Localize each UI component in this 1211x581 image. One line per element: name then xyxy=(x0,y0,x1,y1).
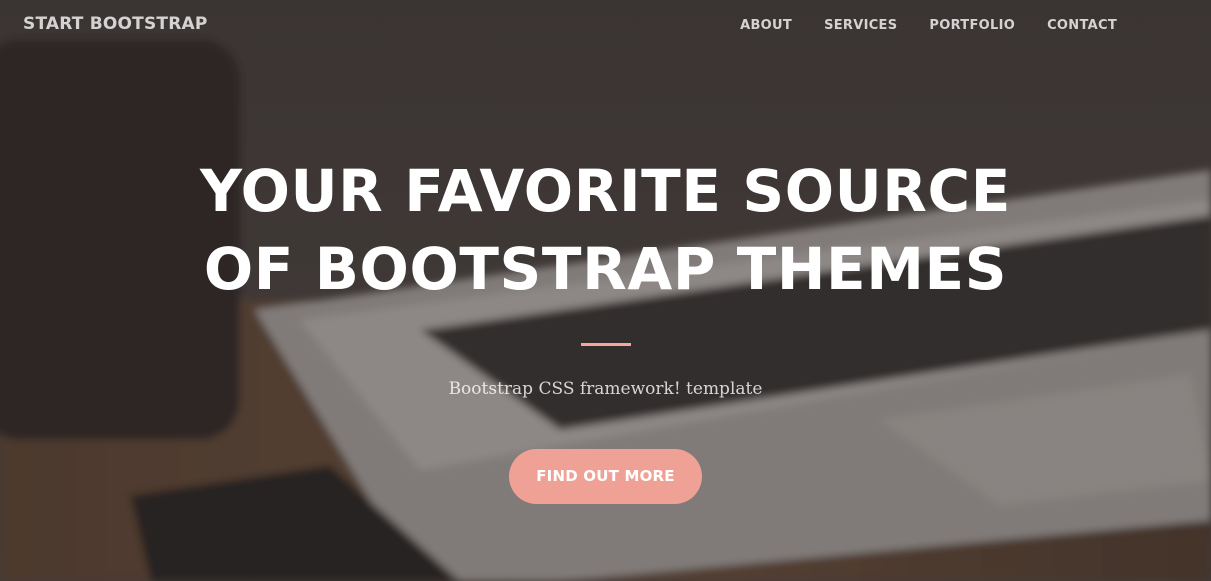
brand-link[interactable]: START BOOTSTRAP xyxy=(23,14,208,34)
nav-link-about[interactable]: ABOUT xyxy=(740,18,792,33)
find-out-more-button[interactable]: FIND OUT MORE xyxy=(509,449,702,504)
nav-link-services[interactable]: SERVICES xyxy=(824,18,897,33)
hero-heading: YOUR FAVORITE SOURCE OF BOOTSTRAP THEMES xyxy=(200,157,1011,303)
nav-link-portfolio[interactable]: PORTFOLIO xyxy=(929,18,1015,33)
hero-section: YOUR FAVORITE SOURCE OF BOOTSTRAP THEMES… xyxy=(0,152,1211,504)
hero-subtitle: Bootstrap CSS framework! template xyxy=(448,379,763,399)
nav-links: ABOUT SERVICES PORTFOLIO CONTACT xyxy=(740,18,1117,33)
hero-divider xyxy=(580,343,631,346)
navbar: START BOOTSTRAP ABOUT SERVICES PORTFOLIO… xyxy=(0,0,1211,52)
nav-link-contact[interactable]: CONTACT xyxy=(1047,18,1117,33)
